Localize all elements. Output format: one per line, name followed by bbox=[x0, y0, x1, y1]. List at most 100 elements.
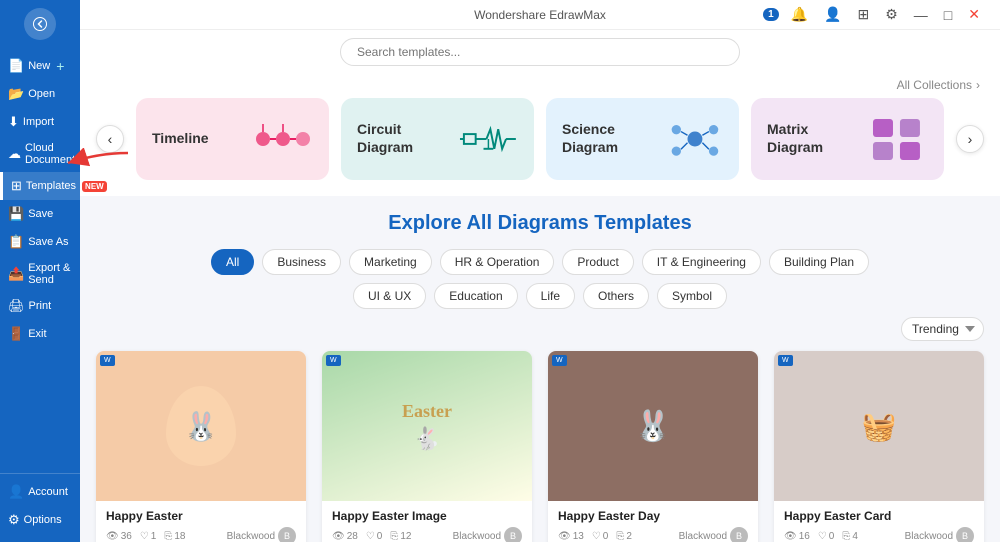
carousel-next-button[interactable]: › bbox=[956, 125, 984, 153]
chevron-left-icon: ‹ bbox=[108, 131, 113, 147]
carousel-item-circuit[interactable]: Circuit Diagram bbox=[341, 98, 534, 180]
collections-label: All Collections bbox=[897, 78, 972, 92]
filter-business[interactable]: Business bbox=[262, 249, 341, 275]
sidebar-item-account[interactable]: 👤 Account bbox=[0, 478, 80, 506]
template-stats-4: 👁 16 ♡ 0 ⎘ 4 bbox=[784, 531, 858, 542]
sidebar-item-new-label: New bbox=[28, 60, 50, 72]
template-card-happy-easter-card[interactable]: W 🧺 Happy Easter Card 👁 16 ♡ 0 ⎘ 4 Black… bbox=[774, 351, 984, 542]
easter-thumb-art-2: Easter 🐇 bbox=[322, 351, 532, 501]
carousel-item-matrix[interactable]: Matrix Diagram bbox=[751, 98, 944, 180]
template-meta-2: 👁 28 ♡ 0 ⎘ 12 Blackwood B bbox=[332, 527, 522, 542]
carousel-item-timeline[interactable]: Timeline bbox=[136, 98, 329, 180]
stat-likes-4: ♡ 0 bbox=[818, 531, 835, 542]
filter-hr[interactable]: HR & Operation bbox=[440, 249, 555, 275]
print-icon: 🖨 bbox=[8, 298, 25, 314]
new-plus-icon: + bbox=[56, 58, 64, 74]
bell-button[interactable]: 🔔 bbox=[787, 4, 812, 25]
template-card-happy-easter-day[interactable]: W 🐰 Happy Easter Day 👁 13 ♡ 0 ⎘ 2 Blackw… bbox=[548, 351, 758, 542]
sidebar: 📄 New + 📂 Open ⬇ Import ☁ Cloud Document… bbox=[0, 0, 80, 542]
sidebar-item-import[interactable]: ⬇ Import bbox=[0, 108, 80, 136]
science-diagram-icon bbox=[667, 114, 723, 164]
user-button[interactable]: 👤 bbox=[820, 4, 845, 25]
template-meta-4: 👁 16 ♡ 0 ⎘ 4 Blackwood B bbox=[784, 527, 974, 542]
template-info-4: Happy Easter Card 👁 16 ♡ 0 ⎘ 4 Blackwood… bbox=[774, 501, 984, 542]
minimize-button[interactable]: — bbox=[910, 5, 932, 25]
templates-new-badge: NEW bbox=[82, 181, 107, 192]
sidebar-item-export-label: Export & Send bbox=[28, 262, 72, 286]
filter-all[interactable]: All bbox=[211, 249, 254, 275]
filter-symbol[interactable]: Symbol bbox=[657, 283, 727, 309]
search-input[interactable] bbox=[340, 38, 740, 66]
template-stats-1: 👁 36 ♡ 1 ⎘ 18 bbox=[106, 531, 185, 542]
filter-education[interactable]: Education bbox=[434, 283, 517, 309]
top-bar: Wondershare EdrawMax 1 🔔 👤 ⊞ ⚙ — □ ✕ bbox=[80, 0, 1000, 30]
settings-button[interactable]: ⚙ bbox=[881, 4, 902, 25]
sidebar-item-open-label: Open bbox=[28, 88, 55, 100]
sidebar-item-exit[interactable]: 🚪 Exit bbox=[0, 320, 80, 348]
watermark-4: W bbox=[778, 355, 793, 366]
section-title-highlight: All Diagrams Templates bbox=[466, 212, 691, 234]
app-title: Wondershare EdrawMax bbox=[474, 8, 606, 22]
filter-life[interactable]: Life bbox=[526, 283, 575, 309]
saveas-icon: 📋 bbox=[8, 234, 24, 250]
template-card-happy-easter[interactable]: W 🐰 Happy Easter 👁 36 ♡ 1 ⎘ 18 Blackwood bbox=[96, 351, 306, 542]
templates-section: Explore All Diagrams Templates All Busin… bbox=[80, 196, 1000, 542]
account-icon: 👤 bbox=[8, 484, 24, 500]
stat-copies-2: ⎘ 12 bbox=[390, 531, 411, 542]
filter-tags: All Business Marketing HR & Operation Pr… bbox=[96, 249, 984, 275]
watermark-3: W bbox=[552, 355, 567, 366]
filter-others[interactable]: Others bbox=[583, 283, 649, 309]
open-icon: 📂 bbox=[8, 86, 24, 102]
sidebar-item-templates[interactable]: ⊞ Templates NEW bbox=[0, 172, 80, 200]
carousel-item-timeline-title: Timeline bbox=[152, 130, 209, 148]
author-3: Blackwood B bbox=[679, 527, 748, 542]
close-button[interactable]: ✕ bbox=[964, 4, 984, 25]
stat-views-3: 👁 13 bbox=[558, 531, 584, 542]
author-avatar-3: B bbox=[730, 527, 748, 542]
stat-likes-2: ♡ 0 bbox=[366, 531, 383, 542]
sidebar-item-options[interactable]: ⚙ Options bbox=[0, 506, 80, 534]
sidebar-item-saveas[interactable]: 📋 Save As bbox=[0, 228, 80, 256]
save-icon: 💾 bbox=[8, 206, 24, 222]
sidebar-item-open[interactable]: 📂 Open bbox=[0, 80, 80, 108]
sidebar-bottom: 👤 Account ⚙ Options bbox=[0, 469, 80, 534]
filter-tags-row2: UI & UX Education Life Others Symbol bbox=[96, 283, 984, 309]
template-thumb-2: W Easter 🐇 bbox=[322, 351, 532, 501]
author-avatar-1: B bbox=[278, 527, 296, 542]
sidebar-item-save[interactable]: 💾 Save bbox=[0, 200, 80, 228]
filter-marketing[interactable]: Marketing bbox=[349, 249, 432, 275]
collections-header[interactable]: All Collections › bbox=[96, 78, 984, 92]
timeline-diagram-icon bbox=[253, 114, 313, 164]
sidebar-item-new[interactable]: 📄 New + bbox=[0, 52, 80, 80]
sort-select[interactable]: Trending Newest Popular bbox=[901, 317, 984, 341]
sidebar-item-account-label: Account bbox=[28, 486, 68, 498]
templates-icon: ⊞ bbox=[11, 178, 22, 194]
carousel-item-science-title: Science Diagram bbox=[562, 121, 667, 157]
sort-bar: Trending Newest Popular bbox=[96, 317, 984, 341]
filter-it[interactable]: IT & Engineering bbox=[642, 249, 761, 275]
template-info-1: Happy Easter 👁 36 ♡ 1 ⎘ 18 Blackwood B bbox=[96, 501, 306, 542]
carousel-item-science[interactable]: Science Diagram bbox=[546, 98, 739, 180]
sidebar-item-export[interactable]: 📤 Export & Send bbox=[0, 256, 80, 292]
carousel-prev-button[interactable]: ‹ bbox=[96, 125, 124, 153]
author-avatar-4: B bbox=[956, 527, 974, 542]
new-icon: 📄 bbox=[8, 58, 24, 74]
author-1: Blackwood B bbox=[227, 527, 296, 542]
template-card-happy-easter-image[interactable]: W Easter 🐇 Happy Easter Image 👁 28 ♡ 0 ⎘… bbox=[322, 351, 532, 542]
filter-uiux[interactable]: UI & UX bbox=[353, 283, 426, 309]
template-name-1: Happy Easter bbox=[106, 509, 296, 523]
filter-product[interactable]: Product bbox=[562, 249, 633, 275]
matrix-diagram-icon bbox=[868, 114, 928, 164]
easter-thumb-art-1: 🐰 bbox=[166, 386, 236, 466]
easter-thumb-art-3: 🐰 bbox=[548, 351, 758, 501]
sidebar-item-print[interactable]: 🖨 Print bbox=[0, 292, 80, 320]
main-content: Wondershare EdrawMax 1 🔔 👤 ⊞ ⚙ — □ ✕ All… bbox=[80, 0, 1000, 542]
maximize-button[interactable]: □ bbox=[940, 5, 956, 25]
filter-building[interactable]: Building Plan bbox=[769, 249, 869, 275]
template-meta-1: 👁 36 ♡ 1 ⎘ 18 Blackwood B bbox=[106, 527, 296, 542]
grid-button[interactable]: ⊞ bbox=[854, 4, 874, 25]
back-button[interactable] bbox=[24, 8, 56, 40]
watermark-1: W bbox=[100, 355, 115, 366]
sidebar-item-cloud[interactable]: ☁ Cloud Documents bbox=[0, 136, 80, 172]
template-stats-3: 👁 13 ♡ 0 ⎘ 2 bbox=[558, 531, 632, 542]
